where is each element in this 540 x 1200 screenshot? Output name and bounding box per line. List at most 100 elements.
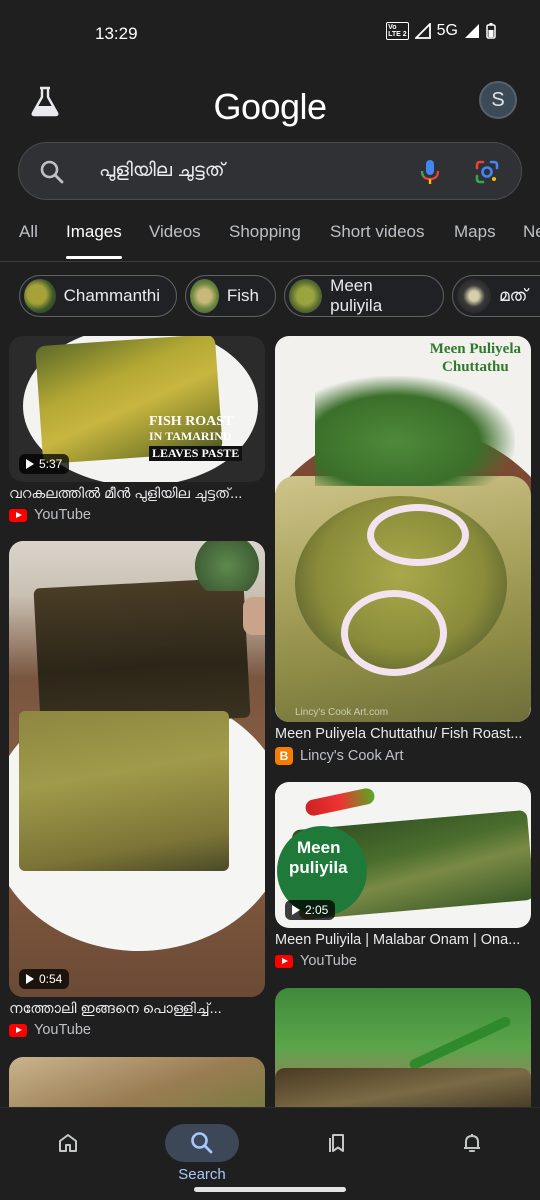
plant-image <box>189 541 265 591</box>
nav-pill <box>31 1124 105 1162</box>
play-icon <box>26 459 34 469</box>
chip-thumbnail <box>457 279 491 313</box>
result-image[interactable]: FISH ROAST IN TAMARIND LEAVES PASTE 5:37 <box>9 336 265 482</box>
signal-icon <box>414 23 431 39</box>
result-image[interactable] <box>275 988 531 1107</box>
chip-label: Meen puliyila <box>330 276 383 315</box>
result-source[interactable]: YouTube <box>9 1022 265 1038</box>
result-card[interactable]: FISH ROAST IN TAMARIND LEAVES PASTE 5:37… <box>9 336 265 523</box>
chip-label: മത് <box>499 286 528 305</box>
nav-saved[interactable] <box>297 1124 377 1162</box>
battery-icon <box>486 23 496 39</box>
tab-images-label: Images <box>66 222 122 241</box>
tab-news[interactable]: Ne <box>523 222 540 242</box>
tab-short-videos[interactable]: Short videos <box>330 222 425 242</box>
tab-all[interactable]: All <box>19 222 38 242</box>
status-bar: 13:29 Vo LTE 2 5G <box>0 0 540 68</box>
result-image[interactable] <box>9 1057 265 1107</box>
onion-ring <box>341 590 447 676</box>
thumbnail-caption: FISH ROAST IN TAMARIND LEAVES PASTE <box>149 414 243 461</box>
result-card[interactable] <box>275 988 531 1107</box>
source-name: Lincy's Cook Art <box>300 748 404 764</box>
chip-thumbnail <box>190 279 219 313</box>
chip-meen-puliyila[interactable]: Meen puliyila <box>284 275 444 317</box>
thumbnail-caption: Meen Puliyela Chuttathu <box>430 340 521 376</box>
nav-search-label: Search <box>178 1166 226 1183</box>
google-logo: Google <box>213 86 327 127</box>
nav-search[interactable]: Search <box>162 1124 242 1183</box>
chili-image <box>408 1015 512 1071</box>
result-source[interactable]: YouTube <box>9 507 265 523</box>
thumbnail-caption: Meen puliyila <box>289 838 348 878</box>
caption-line: Meen Puliyela <box>429 341 521 357</box>
signal-icon-2 <box>465 24 479 38</box>
collections-icon <box>329 1134 344 1152</box>
status-icons: Vo LTE 2 5G <box>386 22 496 40</box>
search-bar[interactable]: പുളിയില ചുട്ടത് <box>18 142 522 200</box>
herb-image <box>315 376 515 486</box>
video-duration-badge: 5:37 <box>19 454 70 474</box>
source-name: YouTube <box>34 507 91 523</box>
chip-fish[interactable]: Fish <box>185 275 276 317</box>
volte-icon: Vo LTE 2 <box>386 22 409 40</box>
result-card[interactable]: Meen puliyila 2:05 Meen Puliyila | Malab… <box>275 782 531 969</box>
youtube-icon <box>9 508 27 522</box>
bottom-navigation: Search <box>0 1107 540 1200</box>
watermark: Lincy's Cook Art.com <box>295 707 389 718</box>
result-title[interactable]: വറകലത്തിൽ മീൻ പുളിയില ചുട്ടത്... <box>9 486 265 502</box>
video-duration-badge: 0:54 <box>19 969 70 989</box>
tab-videos[interactable]: Videos <box>149 222 201 242</box>
tab-shopping[interactable]: Shopping <box>229 222 301 242</box>
result-source[interactable]: B Lincy's Cook Art <box>275 747 531 765</box>
duration-text: 2:05 <box>305 903 329 917</box>
search-tabs: All Images Videos Shopping Short videos … <box>0 210 540 262</box>
blogger-icon: B <box>275 747 293 765</box>
food-image <box>19 711 229 871</box>
youtube-icon <box>275 954 293 968</box>
chip-thumbnail <box>24 279 56 313</box>
result-title[interactable]: Meen Puliyila | Malabar Onam | Ona... <box>275 932 531 948</box>
result-title[interactable]: നത്തോലി ഇങ്ങനെ പൊള്ളിച്ച്... <box>9 1001 265 1017</box>
result-image[interactable]: 0:54 <box>9 541 265 997</box>
youtube-icon <box>9 1023 27 1037</box>
result-card[interactable] <box>9 1057 265 1107</box>
search-icon <box>191 1132 213 1154</box>
result-card[interactable]: Meen Puliyela Chuttathu Lincy's Cook Art… <box>275 336 531 765</box>
leaf-image <box>33 577 251 729</box>
tab-images[interactable]: Images <box>66 222 122 259</box>
caption-line: puliyila <box>289 858 348 877</box>
network-label: 5G <box>436 22 458 39</box>
search-input[interactable]: പുളിയില ചുട്ടത് <box>99 160 225 182</box>
header: Google S <box>0 78 540 138</box>
nav-pill <box>165 1124 239 1162</box>
caption-line: FISH ROAST <box>149 414 234 429</box>
nav-pill <box>435 1124 509 1162</box>
chip-label: Chammanthi <box>63 286 160 305</box>
nav-pill <box>300 1124 374 1162</box>
microphone-icon[interactable] <box>415 157 445 187</box>
image-results-grid: FISH ROAST IN TAMARIND LEAVES PASTE 5:37… <box>0 335 540 1107</box>
hand-image <box>243 597 265 635</box>
gesture-handle[interactable] <box>194 1187 346 1192</box>
status-time: 13:29 <box>95 24 138 43</box>
result-card[interactable]: 0:54 നത്തോലി ഇങ്ങനെ പൊള്ളിച്ച്... YouTub… <box>9 541 265 1038</box>
chili-image <box>304 786 376 818</box>
duration-text: 5:37 <box>39 457 63 471</box>
result-image[interactable]: Meen puliyila 2:05 <box>275 782 531 928</box>
search-icon <box>40 160 64 184</box>
tab-active-indicator <box>66 256 122 259</box>
onion-ring <box>367 504 469 566</box>
avatar[interactable]: S <box>479 81 517 119</box>
google-lens-icon[interactable] <box>473 158 501 186</box>
source-name: YouTube <box>34 1022 91 1038</box>
tab-maps[interactable]: Maps <box>454 222 496 242</box>
nav-notifications[interactable] <box>432 1124 512 1162</box>
chip-thumbnail <box>289 279 323 313</box>
nav-home[interactable] <box>28 1124 108 1162</box>
result-image[interactable]: Meen Puliyela Chuttathu Lincy's Cook Art… <box>275 336 531 722</box>
chip-malayalam[interactable]: മത് <box>452 275 540 317</box>
home-icon <box>59 1134 77 1152</box>
chip-chammanthi[interactable]: Chammanthi <box>19 275 177 317</box>
result-title[interactable]: Meen Puliyela Chuttathu/ Fish Roast... <box>275 726 531 742</box>
result-source[interactable]: YouTube <box>275 953 531 969</box>
